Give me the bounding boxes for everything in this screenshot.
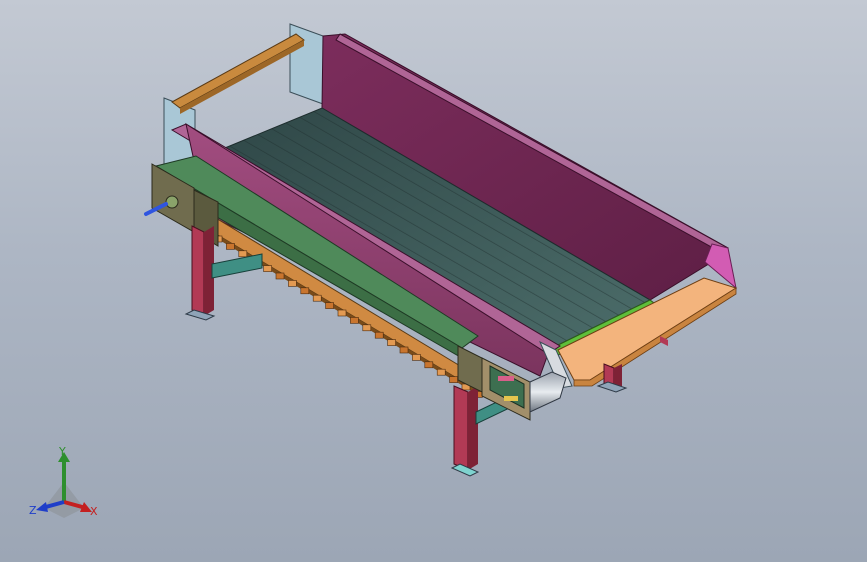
graphics-viewport[interactable]: Y X Z: [0, 0, 867, 562]
return-roller: [424, 361, 434, 369]
return-roller: [300, 287, 310, 295]
return-roller: [374, 331, 384, 339]
return-roller: [263, 265, 272, 272]
axis-z-label: Z: [29, 504, 37, 517]
return-roller: [238, 250, 248, 258]
return-roller: [275, 272, 285, 280]
return-roller: [312, 294, 322, 302]
return-roller: [387, 339, 396, 346]
return-roller: [288, 280, 297, 287]
axis-x-label: X: [90, 505, 98, 518]
return-roller: [226, 243, 235, 250]
return-roller: [412, 354, 421, 361]
return-roller: [337, 309, 347, 317]
axis-y-label: Y: [59, 445, 66, 458]
return-roller: [362, 324, 372, 332]
return-roller: [436, 368, 446, 376]
return-roller: [325, 302, 334, 309]
axis-triad[interactable]: Y X Z: [22, 446, 112, 526]
return-roller: [350, 317, 359, 324]
conveyor-model[interactable]: [0, 0, 867, 562]
return-roller: [399, 346, 409, 354]
return-roller: [449, 376, 458, 383]
